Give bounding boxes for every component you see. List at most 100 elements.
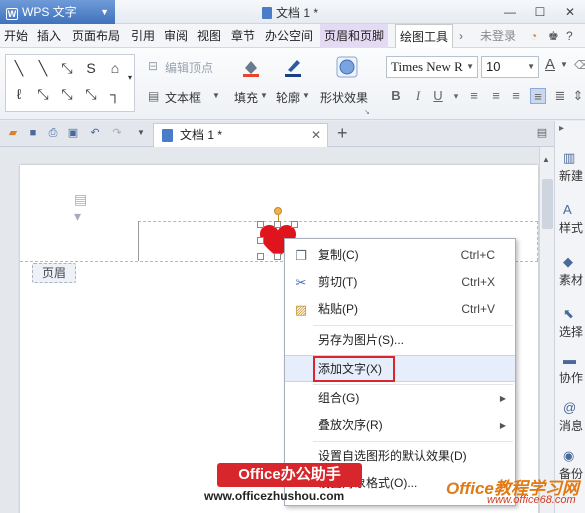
menu-page-layout[interactable]: 页面布局: [72, 24, 120, 48]
menu-chapter[interactable]: 章节: [231, 24, 255, 48]
sidebar-item-select[interactable]: ⬉ 选择: [559, 307, 585, 340]
submenu-arrow-icon: ▶: [499, 394, 506, 403]
tab-document-1[interactable]: 文档 1 * ✕: [153, 123, 328, 147]
align-right-icon[interactable]: ≡: [508, 88, 524, 104]
new-tab-button[interactable]: +: [337, 123, 348, 144]
shape-effects-button[interactable]: 形状效果: [320, 89, 368, 106]
resize-handle[interactable]: [257, 253, 264, 260]
gallery-expand-icon[interactable]: ▾: [121, 69, 139, 87]
edit-points-button[interactable]: 编辑顶点: [165, 59, 213, 76]
sidebar-item-collaborate[interactable]: ▬ 协作: [559, 353, 585, 386]
clear-format-icon[interactable]: ⌫: [574, 58, 585, 72]
login-status[interactable]: 未登录: [480, 24, 516, 48]
window-title-text: 文档 1 *: [276, 6, 319, 20]
maximize-button[interactable]: ☐: [525, 0, 555, 24]
watermark-right-url: www.office68.com: [487, 494, 576, 506]
curve-shape-icon[interactable]: S: [82, 59, 100, 77]
help-icon[interactable]: ?: [566, 24, 573, 48]
line-shape-icon[interactable]: ╲: [10, 59, 28, 77]
menu-insert[interactable]: 插入: [37, 24, 61, 48]
elbow-arrow-icon[interactable]: ⤡: [82, 85, 100, 103]
print-preview-icon[interactable]: ▣: [66, 126, 80, 140]
menu-references[interactable]: 引用: [131, 24, 155, 48]
align-left-icon[interactable]: ≡: [466, 88, 482, 104]
bold-icon[interactable]: B: [388, 88, 404, 104]
textbox-icon: ▤: [148, 89, 160, 103]
menu-item-paste[interactable]: ▨ 粘贴(P) Ctrl+V: [285, 296, 515, 323]
settings-icon[interactable]: ♚: [548, 24, 559, 48]
vertical-scrollbar[interactable]: ▲: [539, 147, 554, 513]
sidebar-item-style[interactable]: A 样式: [559, 203, 585, 236]
fill-button[interactable]: 填充: [234, 89, 258, 106]
outline-button[interactable]: 轮廓: [276, 89, 300, 106]
menu-view[interactable]: 视图: [197, 24, 221, 48]
arrow-shape-icon[interactable]: ╲: [34, 59, 52, 77]
resize-handle[interactable]: [257, 237, 264, 244]
font-size-select[interactable]: 10 ▼: [481, 56, 539, 78]
font-color-icon[interactable]: A: [545, 56, 555, 73]
close-button[interactable]: ✕: [555, 0, 585, 24]
menu-item-save-as-image[interactable]: 另存为图片(S)...: [285, 327, 515, 354]
align-center-icon[interactable]: ≡: [488, 88, 504, 104]
chevron-down-icon: ▼: [212, 91, 220, 100]
scroll-thumb[interactable]: [542, 179, 553, 229]
print-icon[interactable]: ⎙: [46, 126, 60, 140]
chevron-down-icon[interactable]: ▼: [134, 126, 148, 140]
window-title: 文档 1 *: [262, 4, 318, 21]
corner-connector-icon[interactable]: ┐: [106, 85, 124, 103]
sidebar-item-new[interactable]: ▥ 新建: [559, 151, 585, 184]
chevron-down-icon: ▾: [453, 91, 459, 101]
skin-icon[interactable]: ◔: [530, 24, 537, 48]
app-menu-button[interactable]: W WPS 文字 ▼: [0, 0, 115, 24]
resize-handle[interactable]: [257, 221, 264, 228]
menu-office-space[interactable]: 办公空间: [265, 24, 313, 48]
undo-icon[interactable]: ↶: [88, 126, 102, 140]
menu-bar: 开始 插入 页面布局 引用 审阅 视图 章节 办公空间 页眉和页脚 绘图工具 ›…: [0, 24, 585, 49]
resize-handle[interactable]: [274, 221, 281, 228]
menu-drawing-tools[interactable]: 绘图工具: [395, 24, 454, 49]
menu-item-cut[interactable]: ✂ 剪切(T) Ctrl+X: [285, 269, 515, 296]
right-sidebar: ▸ ▥ 新建 A 样式 ◆ 素材 ⬉ 选择 ▬ 协作 @ 消息 ◉ 备份: [554, 121, 585, 513]
menu-item-copy[interactable]: ❐ 复制(C) Ctrl+C: [285, 242, 515, 269]
scroll-up-icon[interactable]: ▲: [542, 155, 550, 164]
sidebar-toggle-icon[interactable]: ▸: [559, 123, 585, 134]
rotation-handle[interactable]: [274, 207, 282, 215]
sidebar-item-messages[interactable]: @ 消息: [559, 401, 585, 434]
resize-handle[interactable]: [291, 221, 298, 228]
paragraph-options-icon[interactable]: ▤ ▾: [74, 191, 98, 225]
double-arrow-shape-icon[interactable]: ⤡: [58, 59, 76, 77]
menu-item-group[interactable]: 组合(G) ▶: [285, 385, 515, 412]
scribble-shape-icon[interactable]: ℓ: [10, 85, 28, 103]
minimize-button[interactable]: —: [495, 0, 525, 24]
connector-shape-icon[interactable]: ⤡: [34, 85, 52, 103]
app-name: WPS 文字: [22, 5, 77, 19]
chevron-down-icon: ▼: [560, 60, 568, 69]
menu-more-arrow[interactable]: ›: [459, 24, 463, 48]
copy-icon: ❐: [295, 248, 307, 263]
resize-handle[interactable]: [274, 253, 281, 260]
paste-icon: ▨: [294, 302, 308, 317]
menu-review[interactable]: 审阅: [164, 24, 188, 48]
redo-icon[interactable]: ↷: [110, 126, 124, 140]
tab-list-icon[interactable]: ▤: [535, 126, 549, 140]
chevron-down-icon: ▼: [302, 91, 310, 100]
save-icon[interactable]: ■: [26, 126, 40, 140]
menu-home[interactable]: 开始: [4, 24, 28, 48]
justify-icon[interactable]: ≡: [530, 88, 546, 104]
shape-gallery[interactable]: ╲ ╲ ⤡ S ⌂ ℓ ⤡ ⤡ ⤡ ┐ ▾: [5, 54, 135, 112]
paragraph-spacing-icon[interactable]: ⇕: [570, 88, 585, 104]
watermark-url: www.officezhushou.com: [204, 489, 345, 503]
font-name-select[interactable]: Times New R ▼: [386, 56, 478, 78]
italic-icon[interactable]: I: [410, 88, 426, 104]
menu-header-footer[interactable]: 页眉和页脚: [320, 24, 389, 48]
underline-icon[interactable]: U: [430, 88, 446, 104]
distributed-icon[interactable]: ≣: [552, 88, 568, 104]
sidebar-item-materials[interactable]: ◆ 素材: [559, 255, 585, 288]
dialog-launcher-icon[interactable]: ↘: [364, 108, 370, 116]
textbox-button[interactable]: 文本框: [165, 89, 201, 106]
messages-icon: @: [563, 400, 577, 415]
close-tab-icon[interactable]: ✕: [311, 124, 321, 146]
folder-icon[interactable]: ▰: [6, 126, 20, 140]
menu-item-order[interactable]: 叠放次序(R) ▶: [285, 412, 515, 439]
elbow-connector-icon[interactable]: ⤡: [58, 85, 76, 103]
